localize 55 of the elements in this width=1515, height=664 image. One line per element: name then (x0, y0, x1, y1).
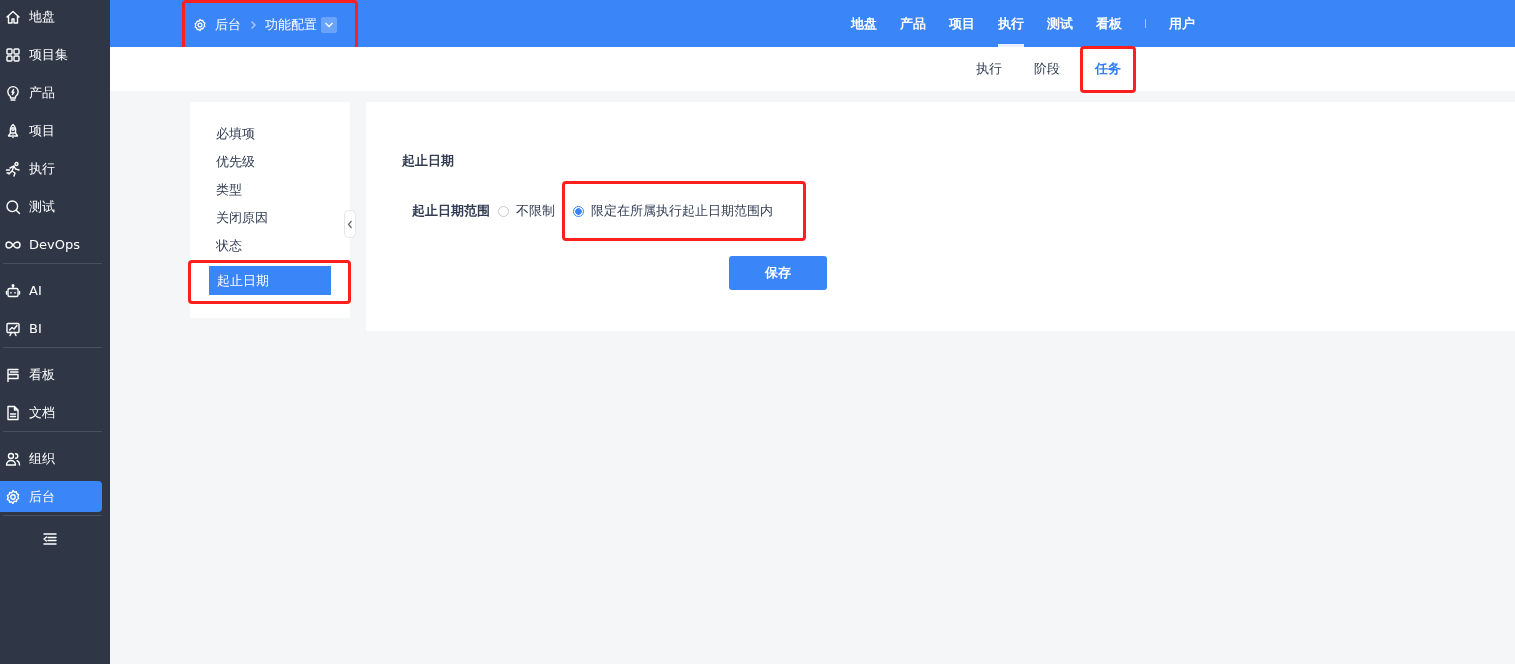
sub-tab[interactable]: 任务 (1095, 60, 1121, 78)
robot-icon (5, 282, 21, 299)
magnifier-icon (5, 198, 21, 215)
grid-icon (5, 46, 21, 63)
dropdown-button[interactable] (321, 17, 337, 33)
sidebar-item[interactable]: 组织 (0, 443, 102, 474)
settings-icon (5, 488, 21, 505)
nav-tab[interactable]: 地盘 (851, 0, 877, 47)
lightbulb-icon (5, 84, 21, 101)
board-icon (5, 366, 21, 383)
rocket-icon (5, 122, 21, 139)
breadcrumb-link[interactable]: 后台 (215, 16, 241, 34)
document-icon (5, 404, 21, 421)
radio-button[interactable] (573, 205, 584, 217)
sidebar-item[interactable]: 项目 (0, 115, 102, 146)
sidebar-item[interactable]: 产品 (0, 77, 102, 108)
nav-tab[interactable]: 用户 (1169, 0, 1195, 47)
collapse-handle[interactable] (344, 210, 356, 238)
sidebar-item[interactable]: 看板 (0, 359, 102, 390)
sidebar-item[interactable]: 地盘 (0, 1, 102, 32)
sidebar-item[interactable]: DevOps (0, 229, 102, 260)
section-title: 起止日期 (402, 152, 455, 170)
nav-tab[interactable]: 项目 (949, 0, 975, 47)
chevron-right-icon (249, 20, 257, 30)
people-icon (5, 450, 21, 467)
sidebar-item[interactable]: 执行 (0, 153, 102, 184)
breadcrumb-link[interactable]: 功能配置 (265, 16, 317, 34)
sidebar-item[interactable]: BI (0, 313, 102, 344)
sub-tab[interactable]: 执行 (976, 60, 1002, 78)
menu-item[interactable]: 优先级 (190, 148, 255, 176)
radio-option[interactable]: 限定在所属执行起止日期范围内 (573, 202, 773, 220)
presentation-chart-icon (5, 320, 21, 337)
sidebar-item[interactable]: AI (0, 275, 102, 306)
sidebar-item[interactable]: 项目集 (0, 39, 102, 70)
save-button[interactable]: 保存 (729, 256, 827, 290)
menu-item[interactable]: 必填项 (190, 120, 255, 148)
menu-item[interactable]: 关闭原因 (190, 204, 268, 232)
sidebar-item[interactable]: 文档 (0, 397, 102, 428)
runner-icon (5, 160, 21, 177)
nav-tab[interactable]: 产品 (900, 0, 926, 47)
sub-tab[interactable]: 阶段 (1034, 60, 1060, 78)
menu-item[interactable]: 起止日期 (209, 266, 331, 295)
menu-item[interactable]: 类型 (190, 176, 242, 204)
sidebar-item[interactable]: 测试 (0, 191, 102, 222)
radio-option[interactable]: 不限制 (498, 202, 555, 220)
menu-item[interactable]: 状态 (190, 232, 242, 260)
settings-icon (193, 18, 207, 32)
home-icon (5, 8, 21, 25)
field-label: 起止日期范围 (412, 202, 490, 220)
collapse-menu-icon[interactable] (42, 531, 58, 547)
chevron-left-icon (347, 219, 353, 229)
sidebar-item[interactable]: 后台 (0, 481, 102, 512)
nav-tab[interactable]: 看板 (1096, 0, 1122, 47)
chevron-down-icon (324, 22, 334, 28)
nav-tab[interactable]: 测试 (1047, 0, 1073, 47)
